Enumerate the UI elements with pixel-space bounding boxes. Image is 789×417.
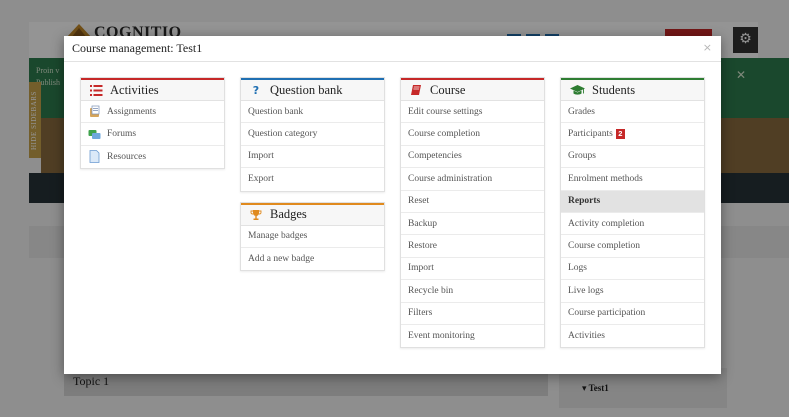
activities-item-resources[interactable]: Resources: [81, 145, 224, 169]
activities-card: Activities Assignments Forums Resources: [80, 77, 225, 170]
restore-item[interactable]: Restore: [401, 235, 544, 258]
participants-count-badge: 2: [615, 129, 625, 140]
activities-item-forums[interactable]: Forums: [81, 123, 224, 146]
live-logs-item[interactable]: Live logs: [561, 280, 704, 303]
recycle-bin-item[interactable]: Recycle bin: [401, 280, 544, 303]
course-header: Course: [401, 78, 544, 101]
students-title: Students: [592, 82, 636, 97]
student-activities-item[interactable]: Activities: [561, 324, 704, 348]
question-bank-title: Question bank: [270, 82, 343, 97]
column-course: Course Edit course settings Course compl…: [400, 77, 545, 356]
course-completion-item[interactable]: Course completion: [401, 123, 544, 146]
dialog-header: Course management: Test1 ×: [64, 36, 721, 62]
course-participation-item[interactable]: Course participation: [561, 302, 704, 325]
column-question-bank: ? Question bank Question bank Question c…: [240, 77, 385, 279]
reports-item[interactable]: Reports: [561, 190, 704, 213]
badges-header: Badges: [241, 202, 384, 226]
graduation-cap-icon: [569, 83, 585, 97]
close-icon[interactable]: ×: [703, 41, 712, 54]
column-students: Students Grades Participants 2 Groups En…: [560, 77, 705, 356]
forum-icon: [88, 128, 101, 141]
activities-item-assignments[interactable]: Assignments: [81, 101, 224, 124]
question-category-item[interactable]: Question category: [241, 123, 384, 146]
column-activities: Activities Assignments Forums Resources: [80, 77, 225, 177]
activities-header: Activities: [81, 78, 224, 101]
question-bank-card: ? Question bank Question bank Question c…: [240, 77, 385, 192]
students-card: Students Grades Participants 2 Groups En…: [560, 77, 705, 349]
question-bank-item[interactable]: Question bank: [241, 101, 384, 124]
book-icon: [409, 83, 423, 97]
trophy-icon: [249, 208, 263, 222]
enrolment-methods-item[interactable]: Enrolment methods: [561, 168, 704, 191]
import-item[interactable]: Import: [401, 257, 544, 281]
question-mark-icon: ?: [252, 83, 260, 97]
badges-card: Badges Manage badges Add a new badge: [240, 201, 385, 272]
item-label: Assignments: [107, 106, 157, 117]
course-title: Course: [430, 82, 466, 97]
course-administration-item[interactable]: Course administration: [401, 168, 544, 191]
question-import-item[interactable]: Import: [241, 145, 384, 169]
competencies-item[interactable]: Competencies: [401, 145, 544, 169]
dialog-title: Course management: Test1: [72, 41, 203, 55]
manage-badges-item[interactable]: Manage badges: [241, 225, 384, 248]
question-bank-header: ? Question bank: [241, 78, 384, 101]
item-label: Resources: [107, 151, 147, 162]
reset-item[interactable]: Reset: [401, 190, 544, 213]
course-card: Course Edit course settings Course compl…: [400, 77, 545, 349]
grades-item[interactable]: Grades: [561, 101, 704, 124]
students-header: Students: [561, 78, 704, 101]
item-label: Forums: [107, 129, 137, 140]
filters-item[interactable]: Filters: [401, 302, 544, 325]
groups-item[interactable]: Groups: [561, 145, 704, 169]
badges-title: Badges: [270, 207, 307, 222]
backup-item[interactable]: Backup: [401, 212, 544, 236]
activities-title: Activities: [110, 82, 159, 97]
logs-item[interactable]: Logs: [561, 257, 704, 281]
add-badge-item[interactable]: Add a new badge: [241, 247, 384, 271]
activity-completion-item[interactable]: Activity completion: [561, 212, 704, 236]
assignment-icon: [88, 105, 101, 118]
event-monitoring-item[interactable]: Event monitoring: [401, 324, 544, 348]
resource-icon: [88, 150, 101, 164]
item-label: Participants: [568, 129, 613, 140]
participants-item[interactable]: Participants 2: [561, 123, 704, 146]
edit-course-settings-item[interactable]: Edit course settings: [401, 101, 544, 124]
course-management-dialog: Course management: Test1 × Activities As…: [64, 36, 721, 374]
list-icon: [89, 83, 103, 97]
question-export-item[interactable]: Export: [241, 168, 384, 191]
student-course-completion-item[interactable]: Course completion: [561, 235, 704, 258]
